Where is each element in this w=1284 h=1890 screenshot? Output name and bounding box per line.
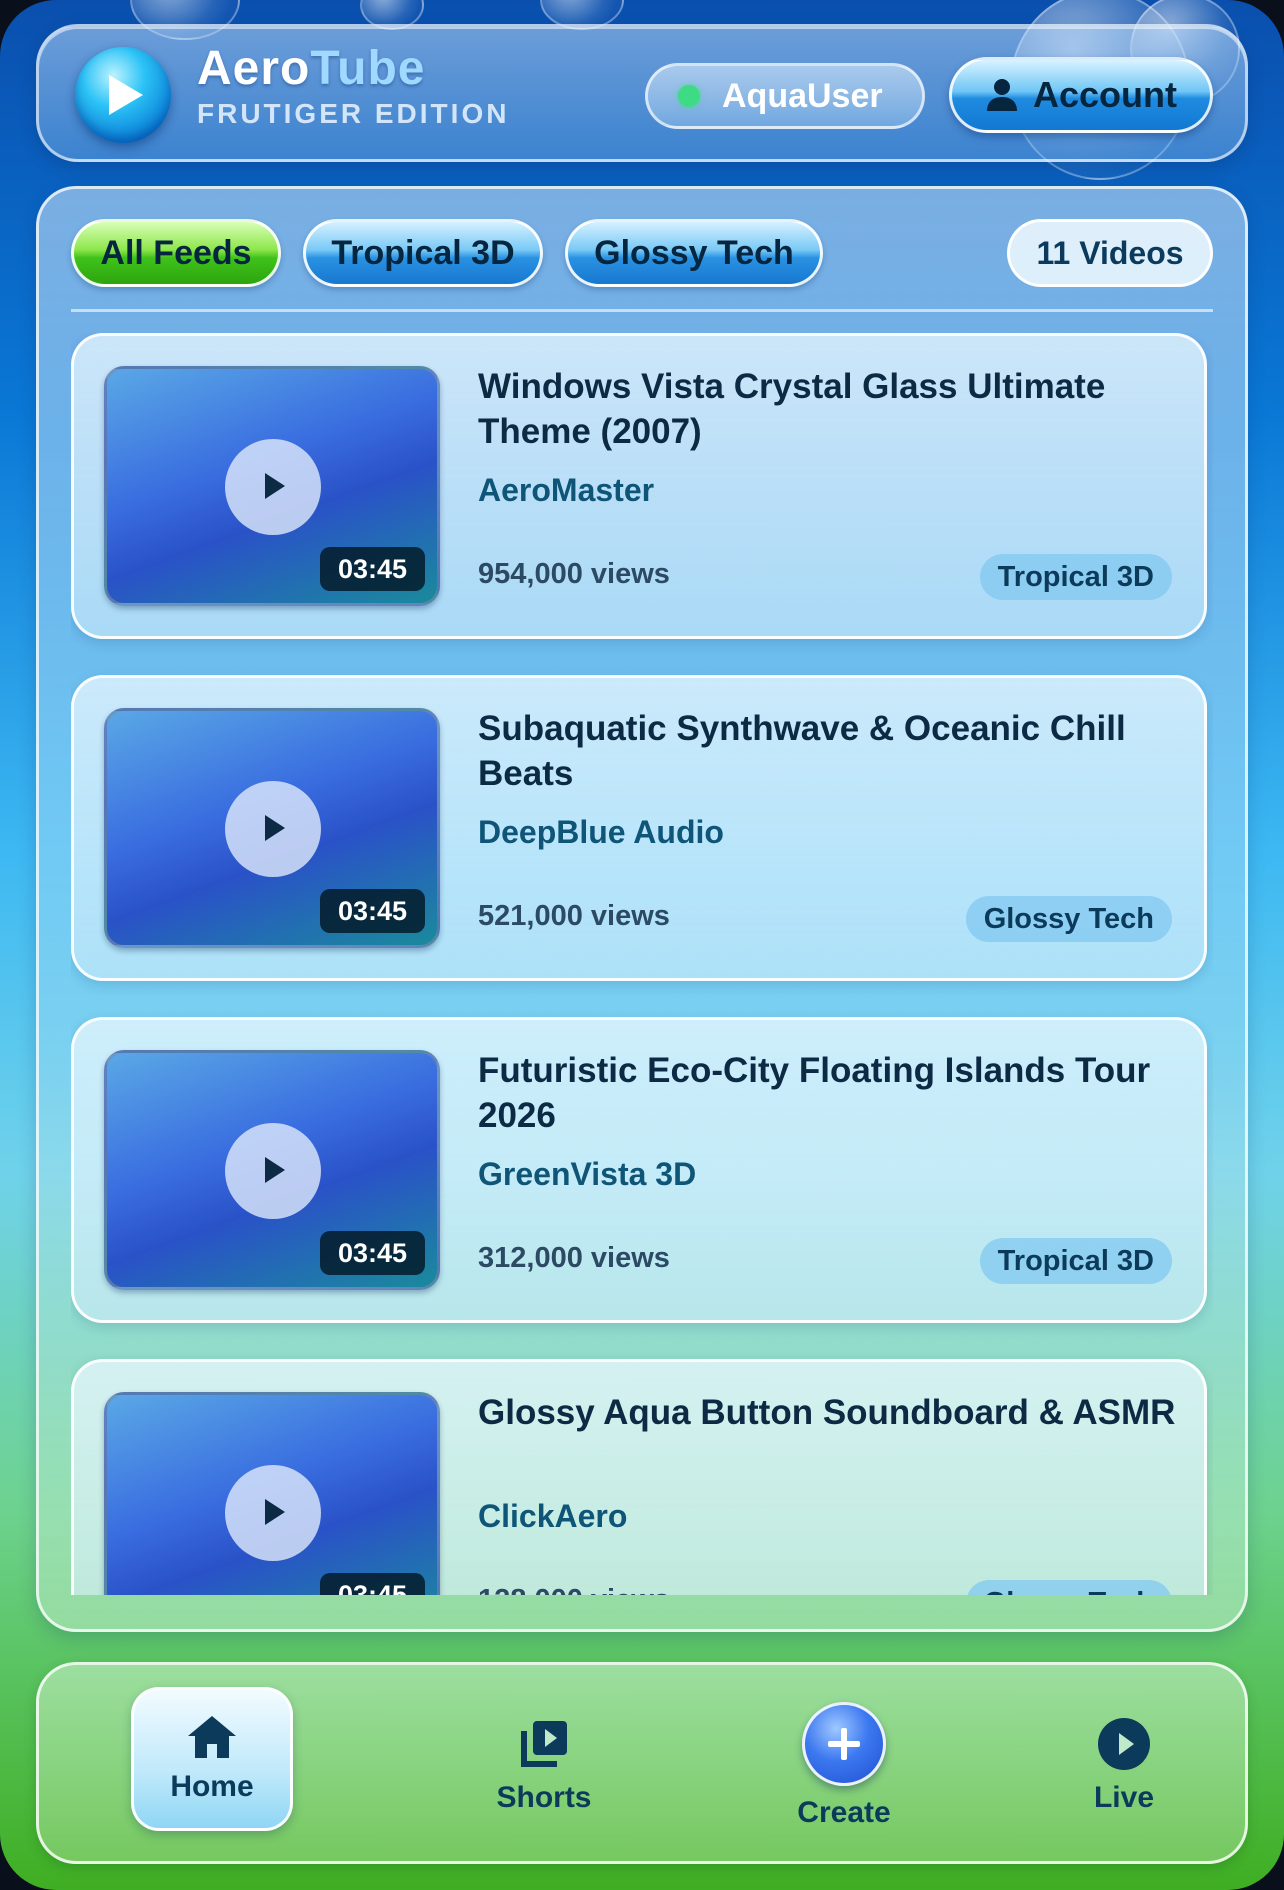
nav-item-home[interactable]: Home	[131, 1687, 293, 1831]
video-count-badge: 11 Videos	[1007, 219, 1213, 287]
play-icon[interactable]	[225, 1465, 321, 1561]
video-thumbnail[interactable]: 03:45	[104, 1050, 440, 1290]
account-button[interactable]: Account	[949, 57, 1213, 133]
nav-label: Create	[797, 1796, 891, 1829]
user-name: AquaUser	[722, 76, 883, 115]
app-header: AeroTube FRUTIGER EDITION AquaUser Accou…	[36, 24, 1248, 162]
video-title[interactable]: Subaquatic Synthwave & Oceanic Chill Bea…	[478, 706, 1178, 796]
channel-name[interactable]: ClickAero	[478, 1498, 627, 1535]
bottom-nav: Home Shorts Create Live	[36, 1662, 1248, 1864]
video-card[interactable]: 03:45 Glossy Aqua Button Soundboard & AS…	[71, 1359, 1207, 1595]
person-icon	[987, 79, 1017, 111]
channel-name[interactable]: DeepBlue Audio	[478, 814, 724, 851]
video-title[interactable]: Windows Vista Crystal Glass Ultimate The…	[478, 364, 1178, 454]
online-status-icon	[678, 85, 700, 107]
video-list[interactable]: 03:45 Windows Vista Crystal Glass Ultima…	[71, 333, 1213, 1595]
video-card[interactable]: 03:45 Futuristic Eco-City Floating Islan…	[71, 1017, 1207, 1323]
duration-badge: 03:45	[319, 547, 425, 591]
video-card[interactable]: 03:45 Windows Vista Crystal Glass Ultima…	[71, 333, 1207, 639]
nav-label: Shorts	[496, 1781, 592, 1814]
filter-chip-tropical-3d[interactable]: Tropical 3D	[303, 219, 543, 287]
video-card[interactable]: 03:45 Subaquatic Synthwave & Oceanic Chi…	[71, 675, 1207, 981]
play-icon[interactable]	[225, 1123, 321, 1219]
filter-chip-all-feeds[interactable]: All Feeds	[71, 219, 281, 287]
divider	[71, 309, 1213, 312]
duration-badge: 03:45	[319, 1573, 425, 1595]
nav-item-shorts[interactable]: Shorts	[439, 1665, 649, 1867]
video-thumbnail[interactable]: 03:45	[104, 708, 440, 948]
home-icon	[188, 1716, 236, 1758]
plus-icon	[802, 1702, 886, 1786]
category-tag[interactable]: Tropical 3D	[979, 1238, 1172, 1284]
nav-label: Home	[170, 1770, 254, 1803]
channel-name[interactable]: AeroMaster	[478, 472, 654, 509]
shorts-icon	[521, 1721, 567, 1767]
logo-play-icon[interactable]	[75, 47, 171, 143]
nav-label: Live	[1093, 1781, 1155, 1814]
nav-item-live[interactable]: Live	[1019, 1665, 1229, 1867]
chip-label: Glossy Tech	[594, 233, 794, 272]
brand-title: AeroTube	[197, 42, 426, 95]
video-title[interactable]: Glossy Aqua Button Soundboard & ASMR	[478, 1390, 1178, 1435]
video-thumbnail[interactable]: 03:45	[104, 1392, 440, 1595]
video-title[interactable]: Futuristic Eco-City Floating Islands Tou…	[478, 1048, 1178, 1138]
play-icon[interactable]	[225, 439, 321, 535]
view-count: 312,000 views	[478, 1242, 670, 1274]
channel-name[interactable]: GreenVista 3D	[478, 1156, 696, 1193]
user-status-pill[interactable]: AquaUser	[645, 63, 925, 129]
chip-label: All Feeds	[100, 233, 252, 272]
view-count: 128,000 views	[478, 1584, 670, 1595]
video-thumbnail[interactable]: 03:45	[104, 366, 440, 606]
duration-badge: 03:45	[319, 889, 425, 933]
filter-bar: All Feeds Tropical 3D Glossy Tech 11 Vid…	[71, 219, 1213, 289]
category-tag[interactable]: Glossy Tech	[965, 1580, 1172, 1595]
category-tag[interactable]: Tropical 3D	[979, 554, 1172, 600]
feed-panel: All Feeds Tropical 3D Glossy Tech 11 Vid…	[36, 186, 1248, 1632]
chip-label: Tropical 3D	[331, 233, 515, 272]
live-play-icon	[1098, 1718, 1150, 1770]
brand-subtitle: FRUTIGER EDITION	[197, 98, 510, 129]
view-count: 521,000 views	[478, 900, 670, 932]
filter-chip-glossy-tech[interactable]: Glossy Tech	[565, 219, 823, 287]
view-count: 954,000 views	[478, 558, 670, 590]
app-screen: AeroTube FRUTIGER EDITION AquaUser Accou…	[0, 0, 1284, 1890]
duration-badge: 03:45	[319, 1231, 425, 1275]
play-icon[interactable]	[225, 781, 321, 877]
brand: AeroTube FRUTIGER EDITION	[197, 41, 509, 130]
account-label: Account	[1033, 74, 1177, 115]
category-tag[interactable]: Glossy Tech	[965, 896, 1172, 942]
nav-item-create[interactable]: Create	[739, 1665, 949, 1867]
